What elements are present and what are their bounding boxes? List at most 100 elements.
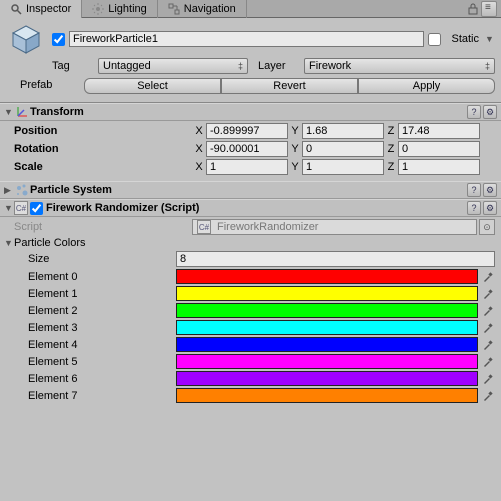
layer-dropdown[interactable]: Firework‡ [304,58,495,74]
script-label: Script [6,221,192,233]
active-checkbox[interactable] [52,33,65,46]
randomizer-title: Firework Randomizer (Script) [46,202,467,214]
particle-system-header[interactable]: ▶ Particle System ? ⚙ [0,181,501,199]
color-element-row: Element 1 [6,286,495,301]
particle-system-foldout[interactable]: ▶ [4,185,14,196]
element-label: Element 6 [6,373,176,385]
lighting-tab[interactable]: Lighting [82,0,158,18]
position-label: Position [6,125,192,137]
color-element-row: Element 0 [6,269,495,284]
static-checkbox[interactable] [428,33,441,46]
size-label: Size [6,253,176,265]
prefab-apply-button[interactable]: Apply [358,78,495,94]
element-label: Element 2 [6,305,176,317]
gameobject-icon[interactable] [10,23,42,55]
inspector-tab[interactable]: Inspector [0,0,82,18]
element-label: Element 0 [6,271,176,283]
eyedropper-icon[interactable] [481,303,495,318]
position-y[interactable] [302,123,384,139]
eyedropper-icon[interactable] [481,286,495,301]
scale-x[interactable] [206,159,288,175]
color-swatch-6[interactable] [176,371,478,386]
eyedropper-icon[interactable] [481,388,495,403]
preset-button[interactable]: ⚙ [483,201,497,215]
sun-icon [92,3,104,15]
rotation-label: Rotation [6,143,192,155]
panel-menu-button[interactable] [481,1,497,17]
color-element-row: Element 2 [6,303,495,318]
color-element-row: Element 6 [6,371,495,386]
transform-foldout[interactable]: ▼ [4,107,14,117]
panel-tabbar: Inspector Lighting Navigation [0,0,501,18]
help-button[interactable]: ? [467,105,481,119]
size-field[interactable] [176,251,495,267]
prefab-revert-button[interactable]: Revert [221,78,358,94]
object-picker[interactable]: ⊙ [479,219,495,235]
randomizer-foldout[interactable]: ▼ [4,203,14,213]
preset-button[interactable]: ⚙ [483,183,497,197]
color-swatch-2[interactable] [176,303,478,318]
rotation-x[interactable] [206,141,288,157]
color-swatch-1[interactable] [176,286,478,301]
script-field: C# FireworkRandomizer [192,219,477,235]
element-label: Element 4 [6,339,176,351]
layer-value: Firework [309,60,351,72]
colors-foldout[interactable]: ▼ [4,238,14,248]
layer-label: Layer [258,60,300,72]
color-swatch-4[interactable] [176,337,478,352]
preset-button[interactable]: ⚙ [483,105,497,119]
scale-y[interactable] [302,159,384,175]
static-dropdown-arrow[interactable]: ▼ [485,34,495,44]
particle-colors-label: Particle Colors [14,237,86,249]
color-swatch-3[interactable] [176,320,478,335]
color-swatch-0[interactable] [176,269,478,284]
tag-dropdown[interactable]: Untagged‡ [98,58,248,74]
help-button[interactable]: ? [467,201,481,215]
navigation-tab-label: Navigation [184,3,236,15]
rotation-z[interactable] [398,141,480,157]
scale-label: Scale [6,161,192,173]
color-element-row: Element 3 [6,320,495,335]
script-asset-icon: C# [197,220,211,234]
position-z[interactable] [398,123,480,139]
particle-system-title: Particle System [30,184,467,196]
lock-icon[interactable] [467,3,479,15]
eyedropper-icon[interactable] [481,337,495,352]
randomizer-enabled[interactable] [30,202,43,215]
transform-title: Transform [30,106,467,118]
element-label: Element 3 [6,322,176,334]
lighting-tab-label: Lighting [108,3,147,15]
inspector-icon [10,3,22,15]
transform-header[interactable]: ▼ Transform ? ⚙ [0,103,501,121]
eyedropper-icon[interactable] [481,371,495,386]
randomizer-header[interactable]: ▼ C# Firework Randomizer (Script) ? ⚙ [0,199,501,217]
eyedropper-icon[interactable] [481,354,495,369]
eyedropper-icon[interactable] [481,320,495,335]
element-label: Element 5 [6,356,176,368]
scale-z[interactable] [398,159,480,175]
eyedropper-icon[interactable] [481,269,495,284]
color-element-row: Element 4 [6,337,495,352]
navigation-tab[interactable]: Navigation [158,0,247,18]
script-icon: C# [14,201,28,215]
color-swatch-7[interactable] [176,388,478,403]
particle-system-icon [14,182,30,198]
randomizer-body: Script C# FireworkRandomizer ⊙ ▼ Particl… [0,217,501,409]
prefab-select-button[interactable]: Select [84,78,221,94]
prefab-label: Prefab [6,79,80,91]
transform-icon [14,104,30,120]
gameobject-header: Static ▼ Tag Untagged‡ Layer Firework‡ P… [0,18,501,103]
rotation-y[interactable] [302,141,384,157]
static-label: Static [451,33,479,45]
color-element-row: Element 7 [6,388,495,403]
color-swatch-5[interactable] [176,354,478,369]
inspector-tab-label: Inspector [26,3,71,15]
element-label: Element 7 [6,390,176,402]
position-x[interactable] [206,123,288,139]
help-button[interactable]: ? [467,183,481,197]
navigation-icon [168,3,180,15]
tag-value: Untagged [103,60,151,72]
color-element-row: Element 5 [6,354,495,369]
gameobject-name-field[interactable] [69,31,424,47]
element-label: Element 1 [6,288,176,300]
